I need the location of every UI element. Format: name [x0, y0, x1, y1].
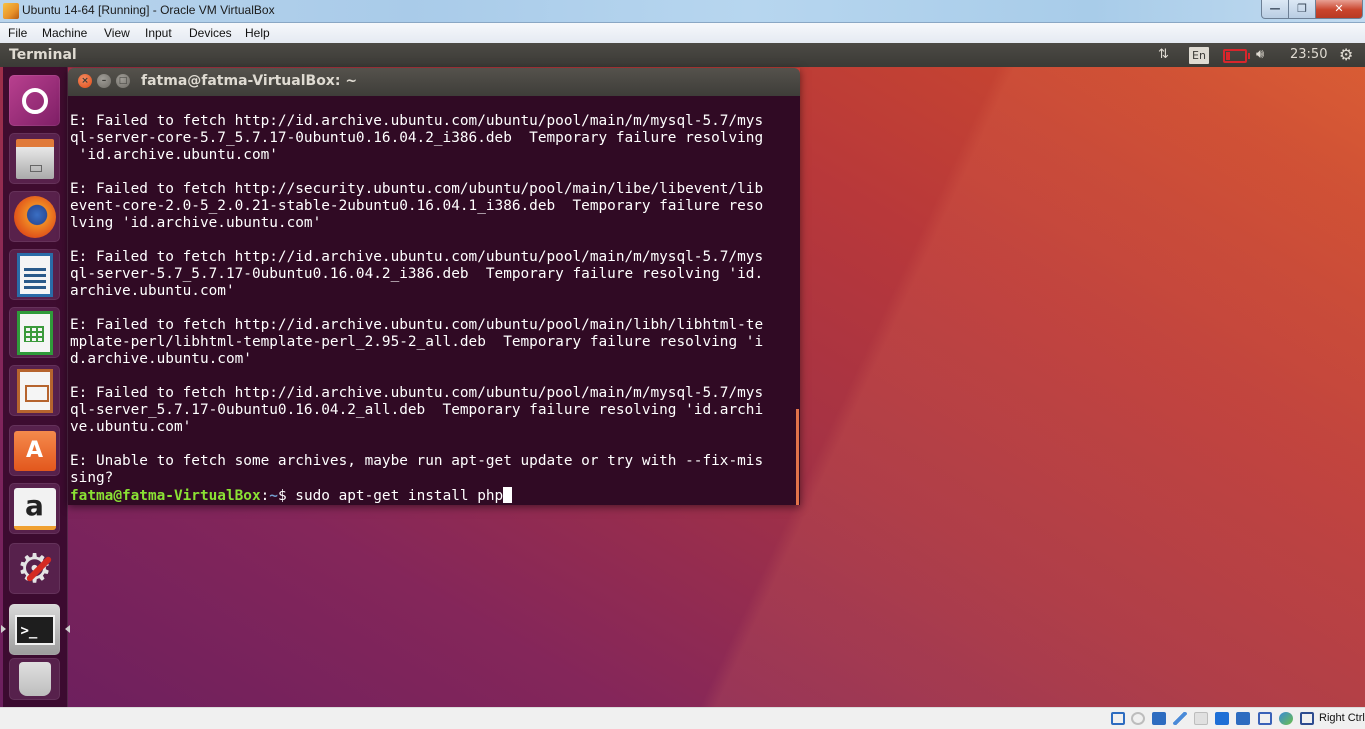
virtualbox-app-icon [3, 3, 19, 19]
audio-icon[interactable] [1152, 712, 1166, 725]
menu-input[interactable]: Input [145, 26, 172, 40]
prompt-user-host: fatma@fatma-VirtualBox [70, 488, 261, 504]
terminal-scrollbar[interactable] [796, 409, 799, 505]
terminal-line: ql-server-core-5.7_5.7.17-0ubuntu0.16.04… [70, 130, 764, 146]
minimize-icon: – [101, 76, 107, 86]
terminal-line: ve.ubuntu.com' [70, 419, 192, 435]
maximize-icon: □ [118, 76, 128, 86]
launcher-system-settings[interactable]: ⚙ [9, 543, 60, 594]
video-capture-icon[interactable] [1258, 712, 1272, 725]
terminal-maximize-button[interactable]: □ [116, 74, 130, 88]
ubuntu-top-panel: Terminal ⇅ En 🔊︎ 23:50 ⚙ [0, 43, 1365, 67]
terminal-line: ql-server_5.7.17-0ubuntu0.16.04.2_all.de… [70, 402, 764, 418]
impress-icon [16, 368, 53, 413]
volume-icon[interactable]: 🔊︎ [1256, 47, 1264, 62]
terminal-line: sing? [70, 470, 114, 486]
network-icon[interactable] [1236, 712, 1250, 725]
session-gear-icon[interactable]: ⚙ [1339, 45, 1353, 64]
menu-help[interactable]: Help [245, 26, 270, 40]
launcher-dash-home[interactable] [9, 75, 60, 126]
hard-disk-icon[interactable] [1111, 712, 1125, 725]
launcher-terminal[interactable]: >_ [1, 604, 70, 655]
menu-file[interactable]: File [8, 26, 27, 40]
mouse-integration-icon[interactable] [1279, 712, 1293, 725]
unity-launcher: A a ⚙ >_ [1, 67, 70, 707]
prompt-separator: : [260, 488, 270, 504]
terminal-line: mplate-perl/libhtml-template-perl_2.95-2… [70, 334, 764, 350]
focus-indicator-right [65, 625, 70, 633]
ubuntu-logo-icon [21, 87, 48, 114]
software-bag-icon: A [13, 430, 56, 471]
terminal-line: d.archive.ubuntu.com' [70, 351, 252, 367]
terminal-minimize-button[interactable]: – [97, 74, 111, 88]
terminal-icon: >_ [14, 614, 55, 645]
close-icon: × [81, 76, 89, 86]
network-updown-icon[interactable]: ⇅ [1158, 47, 1169, 62]
terminal-window: × – □ fatma@fatma-VirtualBox: ~ E: Faile… [68, 68, 800, 505]
vbox-statusbar: Right Ctrl [0, 707, 1365, 729]
terminal-content[interactable]: E: Failed to fetch http://id.archive.ubu… [68, 96, 800, 505]
host-window-titlebar: Ubuntu 14-64 [Running] - Oracle VM Virtu… [0, 0, 1365, 23]
terminal-line: lving 'id.archive.ubuntu.com' [70, 215, 322, 231]
terminal-line: event-core-2.0-5_2.0.21-stable-2ubuntu0.… [70, 198, 764, 214]
launcher-libreoffice-impress[interactable] [9, 365, 60, 416]
terminal-line: archive.ubuntu.com' [70, 283, 235, 299]
launcher-libreoffice-writer[interactable] [9, 249, 60, 300]
host-window-title: Ubuntu 14-64 [Running] - Oracle VM Virtu… [22, 3, 275, 17]
launcher-libreoffice-calc[interactable] [9, 307, 60, 358]
menu-view[interactable]: View [104, 26, 130, 40]
terminal-line: E: Failed to fetch http://security.ubunt… [70, 181, 764, 197]
launcher-amazon[interactable]: a [9, 483, 60, 534]
terminal-line: 'id.archive.ubuntu.com' [78, 147, 278, 163]
active-app-title: Terminal [9, 47, 77, 63]
terminal-cursor [503, 487, 513, 503]
shared-folders-icon[interactable] [1194, 712, 1208, 725]
calc-icon [16, 310, 53, 355]
menu-machine[interactable]: Machine [42, 26, 87, 40]
prompt-symbol: $ [277, 488, 296, 504]
file-cabinet-icon [15, 138, 54, 179]
terminal-prompt-line[interactable]: fatma@fatma-VirtualBox:~$ sudo apt-get i… [70, 487, 513, 504]
terminal-line: E: Failed to fetch http://id.archive.ubu… [70, 317, 764, 333]
prompt-command-input: sudo apt-get install php [295, 488, 504, 504]
host-close-button[interactable]: ✕ [1315, 0, 1363, 19]
minimize-icon: — [1269, 2, 1281, 15]
launcher-trash[interactable] [9, 658, 60, 700]
host-key-label: Right Ctrl [1319, 712, 1365, 724]
restore-icon: ❐ [1297, 2, 1307, 15]
writer-icon [16, 252, 53, 297]
keyboard-capture-icon[interactable] [1300, 712, 1314, 725]
terminal-close-button[interactable]: × [78, 74, 92, 88]
launcher-ubuntu-software[interactable]: A [9, 425, 60, 476]
terminal-line: E: Failed to fetch http://id.archive.ubu… [70, 385, 764, 401]
menu-devices[interactable]: Devices [189, 26, 232, 40]
launcher-firefox[interactable] [9, 191, 60, 242]
vbox-menubar: File Machine View Input Devices Help [0, 23, 1365, 43]
running-indicator-left [1, 625, 6, 633]
clock[interactable]: 23:50 [1290, 47, 1327, 62]
terminal-title: fatma@fatma-VirtualBox: ~ [141, 73, 358, 89]
settings-wrench-icon: ⚙ [17, 548, 53, 590]
display-icon[interactable] [1215, 712, 1229, 725]
terminal-output: E: Failed to fetch http://id.archive.ubu… [70, 113, 763, 505]
firefox-icon [13, 195, 56, 238]
amazon-icon: a [13, 487, 56, 530]
terminal-line: E: Failed to fetch http://id.archive.ubu… [70, 113, 764, 129]
launcher-files[interactable] [9, 133, 60, 184]
terminal-titlebar[interactable]: × – □ fatma@fatma-VirtualBox: ~ [68, 68, 800, 96]
terminal-line: ql-server-5.7_5.7.17-0ubuntu0.16.04.2_i3… [70, 266, 764, 282]
terminal-line: E: Failed to fetch http://id.archive.ubu… [70, 249, 764, 265]
prompt-path: ~ [269, 488, 278, 504]
trash-icon [18, 662, 51, 696]
optical-drive-icon[interactable] [1131, 712, 1145, 725]
battery-low-icon[interactable] [1223, 49, 1250, 63]
close-icon: ✕ [1334, 2, 1344, 15]
host-minimize-button[interactable]: — [1261, 0, 1289, 19]
usb-icon[interactable] [1173, 712, 1187, 725]
terminal-line: E: Unable to fetch some archives, maybe … [70, 453, 764, 469]
host-maximize-button[interactable]: ❐ [1288, 0, 1316, 19]
keyboard-layout-indicator[interactable]: En [1189, 47, 1209, 64]
